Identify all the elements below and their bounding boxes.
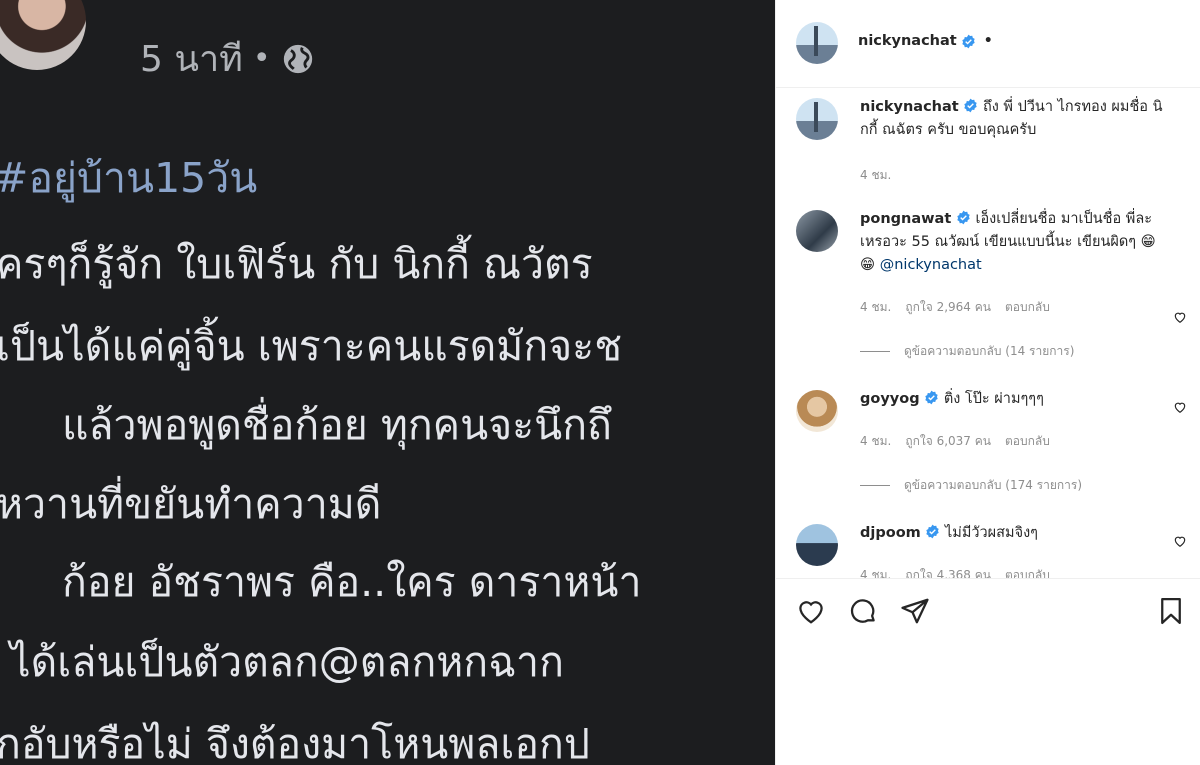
verified-badge-icon [962, 34, 975, 48]
verified-badge-icon [957, 210, 970, 225]
comment-icon[interactable] [848, 596, 878, 626]
avatar[interactable] [796, 22, 838, 64]
comment-likes[interactable]: ถูกใจ 2,964 คน [905, 298, 991, 317]
comments-list[interactable]: nickynachat ถึง พี่ ปวีนา ไกรทอง ผมชื่อ … [776, 88, 1200, 578]
comment-content: pongnawat เอ็งเปลี่ยนชื่อ มาเป็นชื่อ พี่… [860, 208, 1160, 277]
comment-time[interactable]: 4 ชม. [860, 298, 891, 317]
like-comment-heart-icon[interactable] [1173, 310, 1187, 324]
post-text-line: ก้อย อัชราพร คือ..ใคร ดาราหน้า [62, 558, 642, 606]
comment-likes[interactable]: ถูกใจ 6,037 คน [905, 432, 991, 451]
comment-meta: 4 ชม. ถูกใจ 2,964 คน ตอบกลับ [860, 298, 1050, 317]
heart-icon[interactable] [796, 596, 826, 626]
post-side-panel: nickynachat • nickynachat ถึง พี่ ปวีนา … [775, 0, 1200, 765]
comment-content: djpoom ไม่มีวัวผสมจิงๆ [860, 522, 1160, 545]
post-image[interactable]: 5 นาที • #อยู่บ้าน15วัน ครๆก็รู้จัก ใบเฟ… [0, 0, 775, 765]
comment-meta: 4 ชม. [860, 166, 891, 185]
post-header: nickynachat • [776, 0, 1200, 88]
share-icon[interactable] [900, 596, 930, 626]
post-text-line: หวานที่ขยันทำความดี [0, 480, 382, 528]
post-time-text: 5 นาที [140, 39, 243, 80]
reply-button[interactable]: ตอบกลับ [1005, 432, 1050, 451]
view-replies[interactable]: ดูข้อความตอบกลับ (14 รายการ) [860, 342, 1074, 361]
comment-meta: 4 ชม. ถูกใจ 4,368 คน ตอบกลับ [860, 566, 1050, 578]
comment-meta: 4 ชม. ถูกใจ 6,037 คน ตอบกลับ [860, 432, 1050, 451]
caption-text: nickynachat ถึง พี่ ปวีนา ไกรทอง ผมชื่อ … [860, 96, 1180, 142]
comment-username[interactable]: nickynachat [860, 99, 959, 115]
separator-dot: • [252, 41, 271, 76]
verified-badge-icon [964, 98, 978, 113]
post-text-line: แล้วพอพูดชื่อก้อย ทุกคนจะนึกถึ [62, 401, 612, 449]
like-comment-heart-icon[interactable] [1173, 400, 1187, 414]
comment-body: ติ่ง โป๊ะ ผ่ามๆๆๆ [943, 391, 1044, 407]
avatar[interactable] [796, 98, 838, 140]
replies-divider [860, 351, 890, 352]
comment-username[interactable]: djpoom [860, 525, 921, 541]
reply-button[interactable]: ตอบกลับ [1005, 298, 1050, 317]
post-timestamp: 5 นาที • [140, 30, 315, 87]
post-author-username[interactable]: nickynachat • [858, 33, 993, 49]
caption: nickynachat ถึง พี่ ปวีนา ไกรทอง ผมชื่อ … [776, 94, 1200, 194]
comment-body: ไม่มีวัวผสมจิงๆ [944, 525, 1038, 541]
post-text-line: กอับหรือไม่ จึงต้องมาโหนพลเอกป [0, 720, 590, 765]
username-text[interactable]: nickynachat [858, 33, 957, 49]
verified-badge-icon [926, 524, 940, 539]
post-author-avatar [0, 0, 86, 70]
comment-time[interactable]: 4 ชม. [860, 432, 891, 451]
comment-username[interactable]: pongnawat [860, 211, 951, 227]
mention-link[interactable]: @nickynachat [880, 257, 982, 273]
post-text-line: ครๆก็รู้จัก ใบเฟิร์น กับ นิกกี้ ณวัตร [0, 240, 593, 288]
view-replies[interactable]: ดูข้อความตอบกลับ (174 รายการ) [860, 476, 1082, 495]
comment-time[interactable]: 4 ชม. [860, 166, 891, 185]
globe-icon [283, 44, 312, 73]
more-options-dot[interactable]: • [984, 33, 993, 49]
comment-username[interactable]: goyyog [860, 391, 920, 407]
view-replies-text[interactable]: ดูข้อความตอบกลับ (174 รายการ) [904, 476, 1082, 495]
comment-content: goyyog ติ่ง โป๊ะ ผ่ามๆๆๆ [860, 388, 1160, 411]
bookmark-icon[interactable] [1156, 596, 1186, 626]
avatar[interactable] [796, 210, 838, 252]
verified-badge-icon [925, 390, 938, 405]
post-text-line: ได้เล่นเป็นตัวตลก@ตลกหกฉาก [10, 638, 564, 686]
view-replies-text[interactable]: ดูข้อความตอบกลับ (14 รายการ) [904, 342, 1074, 361]
post-text-line: เป็นได้แค่คู่จิ้น เพราะคนแรดมักจะช [0, 322, 623, 370]
replies-divider [860, 485, 890, 486]
avatar[interactable] [796, 524, 838, 566]
like-comment-heart-icon[interactable] [1173, 534, 1187, 548]
reply-button[interactable]: ตอบกลับ [1005, 566, 1050, 578]
comment-likes[interactable]: ถูกใจ 4,368 คน [905, 566, 991, 578]
post-actions-bar [776, 578, 1200, 765]
post-hashtag[interactable]: #อยู่บ้าน15วัน [0, 146, 257, 211]
comment-time[interactable]: 4 ชม. [860, 566, 891, 578]
avatar[interactable] [796, 390, 838, 432]
